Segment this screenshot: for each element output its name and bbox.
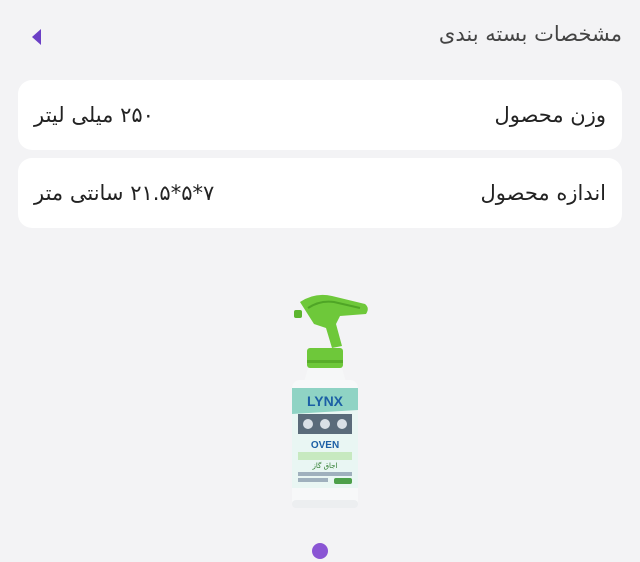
carousel-indicator-dot[interactable] — [312, 543, 328, 559]
header-bar: مشخصات بسته بندی — [0, 0, 640, 72]
spec-card-weight: وزن محصول ۲۵۰ میلی لیتر — [18, 80, 622, 150]
chevron-left-icon — [32, 29, 41, 45]
brand-label: LYNX — [307, 393, 344, 409]
product-image[interactable]: LYNX OVEN اجاق گاز — [270, 290, 380, 515]
spec-label: اندازه محصول — [480, 181, 606, 205]
back-button[interactable] — [22, 22, 52, 52]
page-title: مشخصات بسته بندی — [438, 22, 622, 46]
spec-card-size: اندازه محصول ۷*۵*۲۱.۵ سانتی متر — [18, 158, 622, 228]
product-name-label: OVEN — [311, 440, 339, 451]
product-subtitle-label: اجاق گاز — [312, 461, 338, 470]
spray-bottle-image: LYNX OVEN اجاق گاز — [292, 294, 368, 508]
spec-label: وزن محصول — [494, 103, 606, 127]
spec-value: ۷*۵*۲۱.۵ سانتی متر — [34, 181, 215, 205]
spec-value: ۲۵۰ میلی لیتر — [34, 103, 154, 127]
